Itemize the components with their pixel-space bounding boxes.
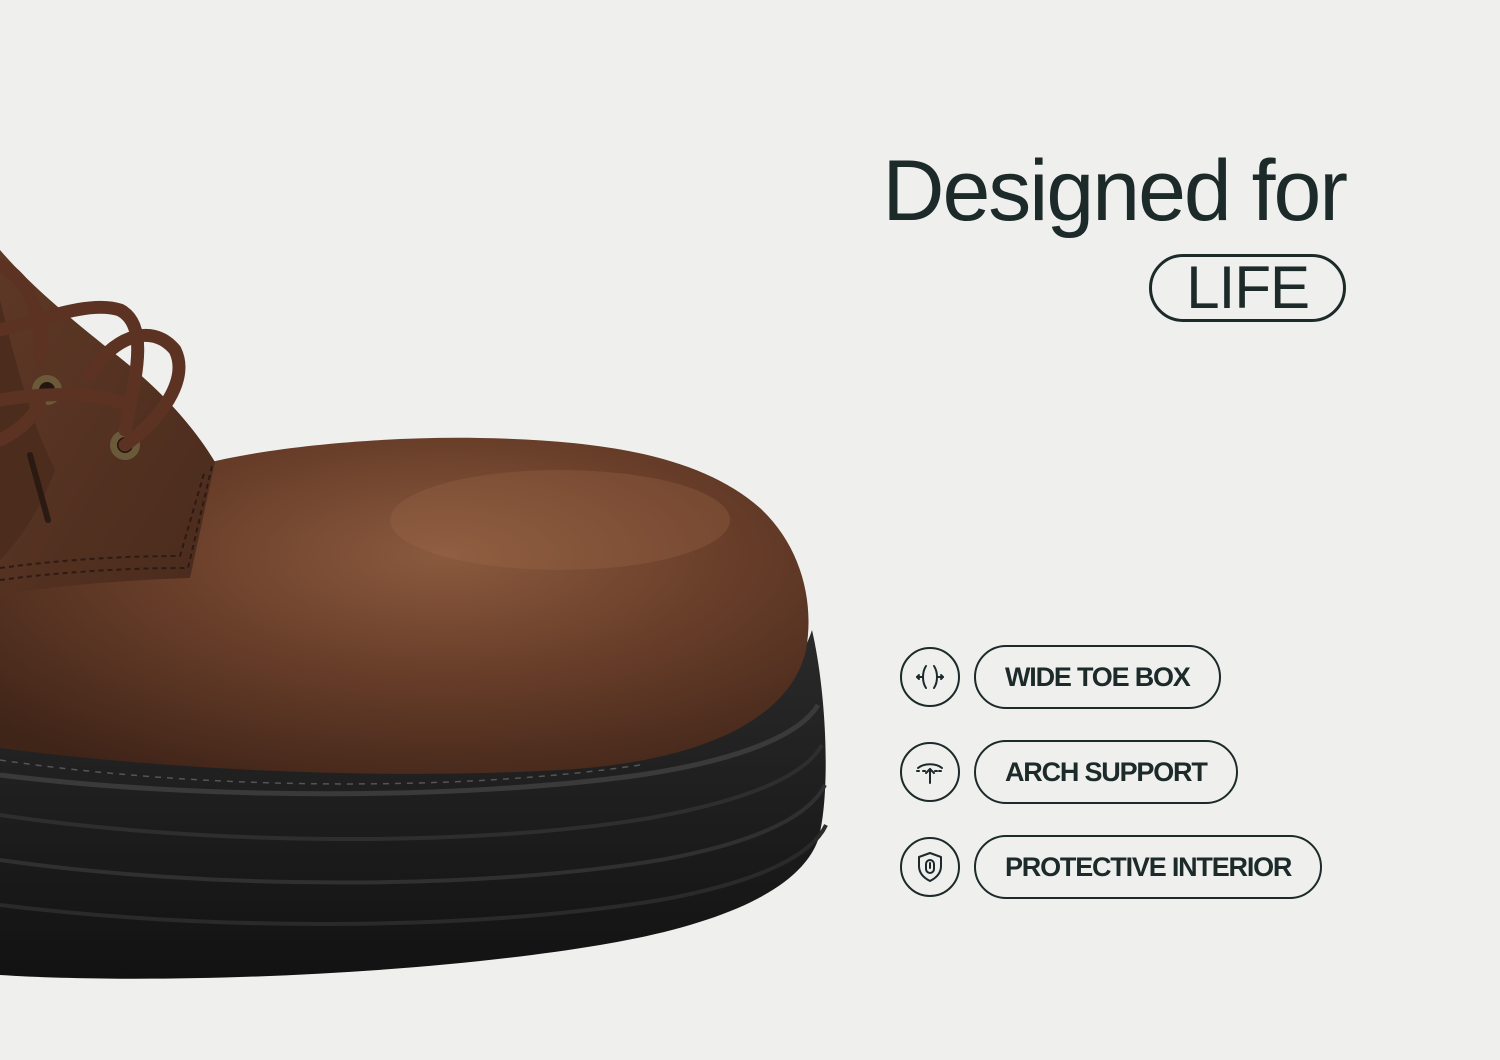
feature-item-arch-support: ARCH SUPPORT (900, 740, 1322, 804)
protective-interior-icon (900, 837, 960, 897)
feature-label: PROTECTIVE INTERIOR (974, 835, 1323, 899)
feature-list: WIDE TOE BOX ARCH SUPPORT PROTECTIVE INT… (900, 645, 1323, 930)
feature-label: WIDE TOE BOX (974, 645, 1221, 709)
headline: Designed for LIFE (882, 143, 1348, 322)
shoe-product-image (0, 250, 828, 979)
headline-text: Designed for (882, 143, 1348, 239)
headline-highlight-badge: LIFE (1149, 254, 1346, 322)
feature-item-protective-interior: PROTECTIVE INTERIOR (900, 835, 1323, 899)
arch-support-icon (900, 742, 960, 802)
wide-toe-box-icon (900, 647, 960, 707)
feature-item-wide-toe-box: WIDE TOE BOX (900, 645, 1322, 709)
feature-label: ARCH SUPPORT (974, 740, 1238, 804)
